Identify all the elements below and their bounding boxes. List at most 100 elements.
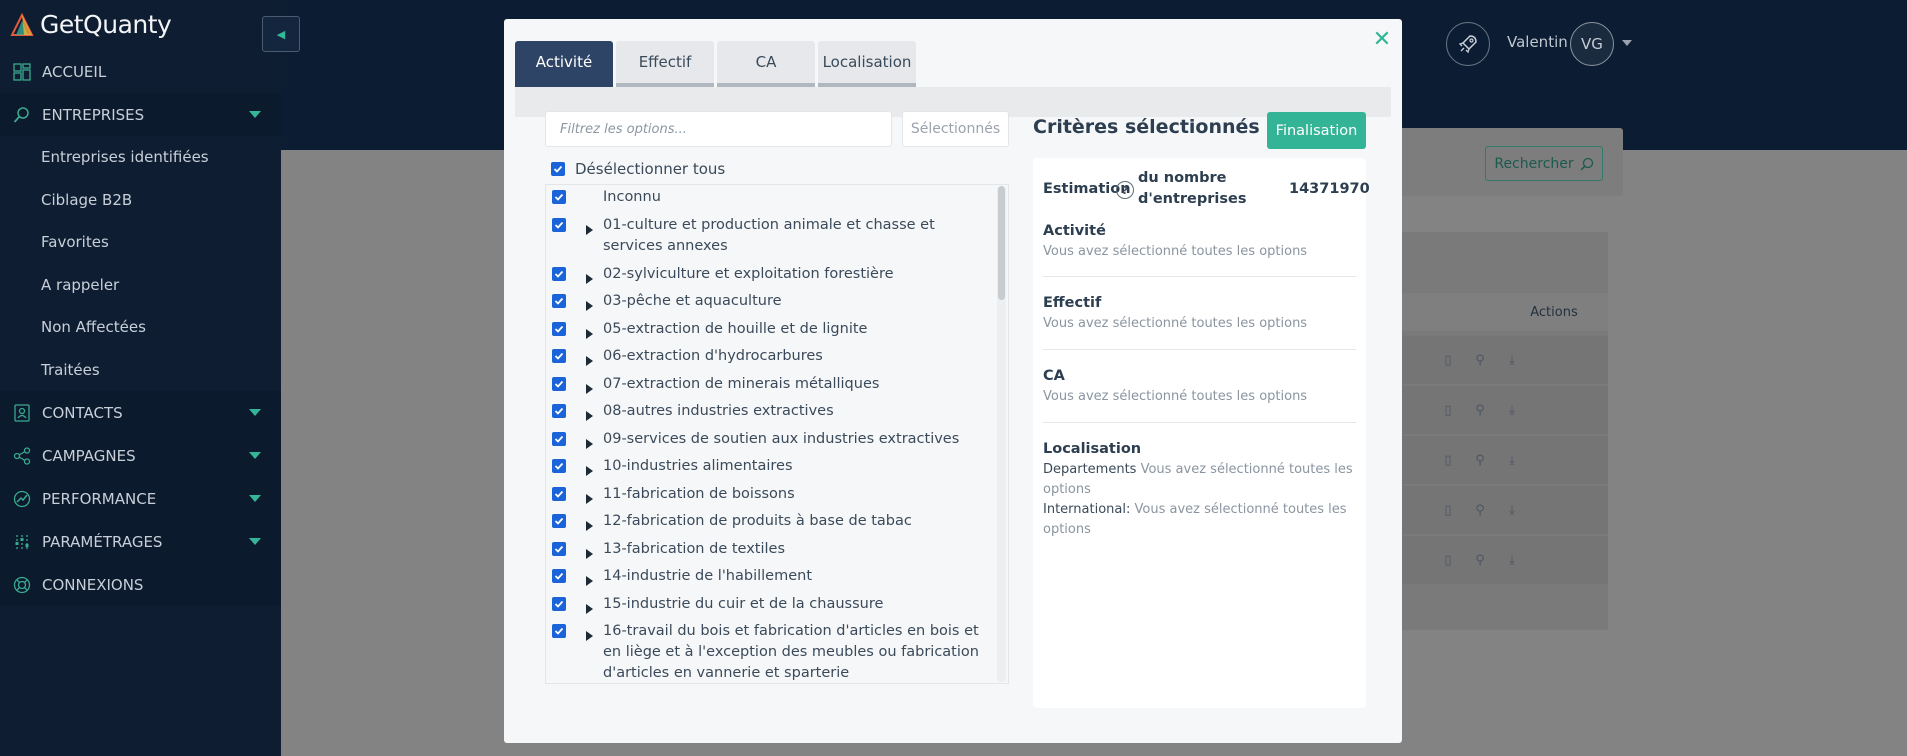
list-item[interactable]: Inconnu xyxy=(552,189,998,208)
list-item[interactable]: 13-fabrication de textiles xyxy=(552,541,998,560)
search-icon xyxy=(1580,157,1593,171)
download-icon[interactable]: ⤓ xyxy=(1504,352,1520,368)
checkbox-checked-icon[interactable] xyxy=(552,487,566,501)
search-icon[interactable]: ⚲ xyxy=(1472,502,1488,518)
checkbox-checked-icon[interactable] xyxy=(552,218,566,232)
expand-triangle-icon[interactable] xyxy=(586,521,593,531)
list-item[interactable]: 05-extraction de houille et de lignite xyxy=(552,321,998,340)
list-item[interactable]: 02-sylviculture et exploitation forestiè… xyxy=(552,266,998,285)
sidebar-subitem-a-rappeler[interactable]: A rappeler xyxy=(0,263,281,306)
deselect-all-checkbox[interactable]: Désélectionner tous xyxy=(551,160,725,178)
expand-triangle-icon[interactable] xyxy=(586,274,593,284)
sidebar-subitem-ciblage-b2b[interactable]: Ciblage B2B xyxy=(0,178,281,221)
checkbox-checked-icon[interactable] xyxy=(552,542,566,556)
options-scroll-thumb[interactable] xyxy=(998,186,1005,300)
caret-down-icon[interactable] xyxy=(1622,40,1632,46)
expand-triangle-icon[interactable] xyxy=(586,329,593,339)
expand-triangle-icon[interactable] xyxy=(586,631,593,641)
caret-down-icon xyxy=(249,111,261,118)
expand-triangle-icon[interactable] xyxy=(586,301,593,311)
close-icon[interactable]: ✕ xyxy=(1371,27,1393,52)
checkbox-checked-icon[interactable] xyxy=(552,624,566,638)
checkbox-checked-icon[interactable] xyxy=(552,514,566,528)
building-icon[interactable]: ▯ xyxy=(1440,552,1456,568)
checkbox-checked-icon[interactable] xyxy=(552,377,566,391)
list-item[interactable]: 15-industrie du cuir et de la chaussure xyxy=(552,596,998,615)
download-icon[interactable]: ⤓ xyxy=(1504,552,1520,568)
expand-triangle-icon[interactable] xyxy=(586,494,593,504)
list-item[interactable]: 12-fabrication de produits à base de tab… xyxy=(552,513,998,532)
sidebar-subitem-favorites[interactable]: Favorites xyxy=(0,221,281,264)
expand-triangle-icon[interactable] xyxy=(586,384,593,394)
building-icon[interactable]: ▯ xyxy=(1440,352,1456,368)
search-icon[interactable]: ⚲ xyxy=(1472,402,1488,418)
finalize-button[interactable]: Finalisation xyxy=(1267,112,1366,149)
sidebar-item-label: PERFORMANCE xyxy=(42,489,157,508)
avatar[interactable]: VG xyxy=(1570,22,1614,66)
sidebar-subitem-entreprises-identifiees[interactable]: Entreprises identifiées xyxy=(0,136,281,179)
expand-triangle-icon[interactable] xyxy=(586,576,593,586)
list-item[interactable]: 07-extraction de minerais métalliques xyxy=(552,376,998,395)
tab-effectif[interactable]: Effectif xyxy=(616,41,714,87)
sidebar-item-label: PARAMÉTRAGES xyxy=(42,532,163,551)
expand-triangle-icon[interactable] xyxy=(586,549,593,559)
sidebar-item-accueil[interactable]: ACCUEIL xyxy=(0,50,281,93)
sidebar-item-contacts[interactable]: CONTACTS xyxy=(0,391,281,434)
expand-triangle-icon[interactable] xyxy=(586,604,593,614)
checkbox-checked-icon[interactable] xyxy=(552,432,566,446)
filter-input[interactable]: Filtrez les options... xyxy=(545,111,892,147)
sidebar-item-entreprises[interactable]: ENTREPRISES xyxy=(0,93,281,136)
list-item[interactable]: 16-travail du bois et fabrication d'arti… xyxy=(552,623,998,683)
checkbox-checked-icon[interactable] xyxy=(552,322,566,336)
selected-filter-button[interactable]: Sélectionnés xyxy=(902,111,1009,147)
search-icon[interactable]: ⚲ xyxy=(1472,552,1488,568)
sidebar-subitem-non-affectees[interactable]: Non Affectées xyxy=(0,306,281,349)
expand-triangle-icon[interactable] xyxy=(586,411,593,421)
table-row: ▯ ⚲ ⤓ xyxy=(1380,336,1608,384)
sidebar-item-performance[interactable]: PERFORMANCE xyxy=(0,477,281,520)
list-item[interactable]: 10-industries alimentaires xyxy=(552,458,998,477)
checkbox-checked-icon[interactable] xyxy=(552,404,566,418)
download-icon[interactable]: ⤓ xyxy=(1504,502,1520,518)
list-item[interactable]: 06-extraction d'hydrocarbures xyxy=(552,348,998,367)
expand-triangle-icon[interactable] xyxy=(586,225,593,235)
checkbox-checked-icon[interactable] xyxy=(552,569,566,583)
building-icon[interactable]: ▯ xyxy=(1440,402,1456,418)
expand-triangle-icon[interactable] xyxy=(586,466,593,476)
expand-triangle-icon[interactable] xyxy=(586,439,593,449)
tab-activite[interactable]: Activité xyxy=(515,41,613,87)
checkbox-checked-icon[interactable] xyxy=(552,597,566,611)
building-icon[interactable]: ▯ xyxy=(1440,452,1456,468)
checkbox-checked-icon[interactable] xyxy=(552,294,566,308)
sidebar-item-campagnes[interactable]: CAMPAGNES xyxy=(0,434,281,477)
expand-triangle-icon[interactable] xyxy=(586,356,593,366)
list-item[interactable]: 01-culture et production animale et chas… xyxy=(552,217,998,257)
checkbox-checked-icon[interactable] xyxy=(552,190,566,204)
list-item[interactable]: 09-services de soutien aux industries ex… xyxy=(552,431,998,450)
checkbox-checked-icon[interactable] xyxy=(552,459,566,473)
checkbox-checked-icon[interactable] xyxy=(551,162,565,176)
download-icon[interactable]: ⤓ xyxy=(1504,402,1520,418)
criteria-block-title: CA xyxy=(1043,368,1065,384)
sidebar-item-parametrages[interactable]: PARAMÉTRAGES xyxy=(0,520,281,563)
list-item[interactable]: 03-pêche et aquaculture xyxy=(552,293,998,312)
list-item[interactable]: 14-industrie de l'habillement xyxy=(552,568,998,587)
help-icon[interactable]: ? xyxy=(1116,181,1134,199)
sidebar-collapse-button[interactable]: ◀ xyxy=(262,16,300,52)
tab-localisation[interactable]: Localisation xyxy=(818,41,916,87)
brand-logo[interactable]: GetQuanty xyxy=(10,10,172,39)
download-icon[interactable]: ⤓ xyxy=(1504,452,1520,468)
sidebar-item-connexions[interactable]: CONNEXIONS xyxy=(0,563,281,606)
sidebar-subitem-traitees[interactable]: Traitées xyxy=(0,348,281,391)
building-icon[interactable]: ▯ xyxy=(1440,502,1456,518)
list-item[interactable]: 08-autres industries extractives xyxy=(552,403,998,422)
checkbox-checked-icon[interactable] xyxy=(552,349,566,363)
search-icon[interactable]: ⚲ xyxy=(1472,452,1488,468)
search-button[interactable]: Rechercher xyxy=(1485,146,1603,181)
tab-ca[interactable]: CA xyxy=(717,41,815,87)
checkbox-checked-icon[interactable] xyxy=(552,267,566,281)
options-list[interactable]: Inconnu 01-culture et production animale … xyxy=(545,184,1009,684)
rocket-button[interactable] xyxy=(1446,22,1490,66)
list-item[interactable]: 11-fabrication de boissons xyxy=(552,486,998,505)
search-icon[interactable]: ⚲ xyxy=(1472,352,1488,368)
